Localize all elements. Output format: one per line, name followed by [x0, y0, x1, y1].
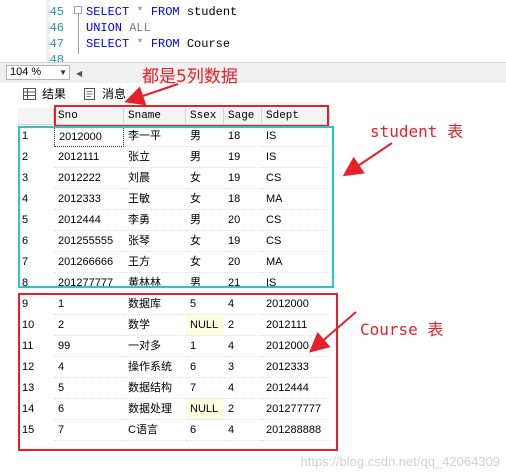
fold-guide	[78, 14, 79, 54]
columns-note: 都是5列数据	[142, 67, 238, 87]
tab-messages-label: 消息	[102, 87, 127, 101]
zoom-select[interactable]: 104 % ▼	[6, 65, 70, 80]
zoom-value: 104 %	[10, 66, 42, 78]
results-tab-bar: 结果 消息	[0, 83, 506, 105]
scroll-left-icon[interactable]: ◀	[76, 69, 82, 78]
editor-status-bar: 104 % ▼ ◀	[0, 62, 506, 83]
course-label: Course 表	[360, 320, 444, 339]
code-text: SELECT * FROM Course	[86, 37, 231, 51]
line-number: 45	[49, 5, 64, 19]
column-header-highlight	[54, 105, 329, 127]
line-number: 46	[49, 21, 64, 35]
row-header-corner[interactable]	[18, 108, 54, 125]
line-number: 47	[49, 37, 64, 51]
tab-messages[interactable]: 消息	[80, 86, 126, 103]
watermark: https://blog.csdn.net/qq_42064309	[300, 454, 501, 469]
code-text: SELECT * FROM student	[86, 5, 238, 19]
course-rows-highlight	[18, 293, 338, 451]
message-icon	[84, 88, 95, 100]
sql-editor[interactable]: 45 SELECT * FROM student 46 UNION ALL 47 SELE…	[0, 0, 506, 62]
fold-icon[interactable]	[74, 6, 82, 14]
student-label: student 表	[370, 122, 464, 141]
line-number: 48	[49, 53, 64, 62]
student-rows-highlight	[18, 126, 334, 288]
tab-results-label: 结果	[42, 87, 67, 101]
chevron-down-icon[interactable]: ▼	[59, 66, 67, 79]
code-text: UNION ALL	[86, 21, 151, 35]
grid-icon	[23, 88, 36, 100]
tab-results[interactable]: 结果	[20, 86, 67, 103]
